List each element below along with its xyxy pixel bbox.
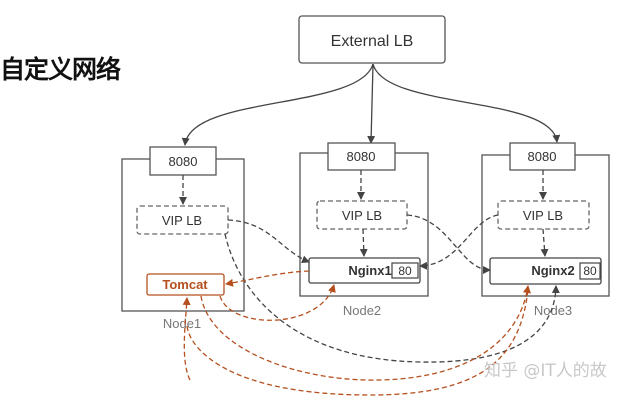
- external-lb-box: External LB: [298, 15, 446, 64]
- vip-lb-label: VIP LB: [523, 208, 563, 223]
- port-label: 8080: [528, 149, 557, 164]
- node1: 8080 VIP LB Tomcat Node1: [121, 146, 245, 331]
- watermark: 知乎 @IT人的故: [484, 361, 607, 381]
- lb-arrows: [181, 63, 561, 146]
- nginx1-label: Nginx1: [348, 263, 391, 278]
- lb-arrow-node3: [372, 63, 561, 143]
- lb-arrow-node2: [367, 63, 376, 144]
- port-label: 8080: [347, 149, 376, 164]
- nginx2-label: Nginx2: [531, 263, 574, 278]
- nginx1-port: 80: [398, 264, 412, 278]
- lb-arrow-node1: [181, 63, 374, 146]
- node2: 8080 VIP LB Nginx1 80 Node2: [299, 142, 429, 318]
- node-label: Node1: [163, 316, 201, 331]
- nginx2-port: 80: [583, 264, 597, 278]
- node-label: Node2: [343, 303, 381, 318]
- port-label: 8080: [169, 154, 198, 169]
- vip-lb-label: VIP LB: [342, 208, 382, 223]
- node3: 8080 VIP LB Nginx2 80 Node3: [481, 142, 610, 318]
- tomcat-label: Tomcat: [162, 277, 208, 292]
- external-lb-label: External LB: [331, 33, 414, 50]
- vip-lb-label: VIP LB: [162, 213, 202, 228]
- node-label: Node3: [534, 303, 572, 318]
- network-diagram: External LB 8080 VIP LB Tomcat Node1 808…: [121, 15, 610, 396]
